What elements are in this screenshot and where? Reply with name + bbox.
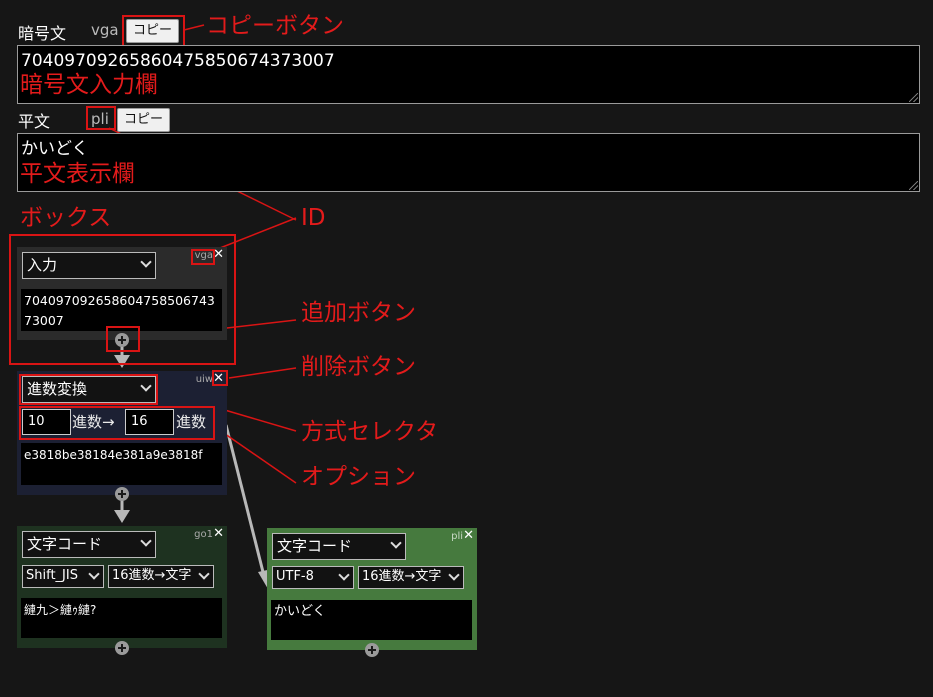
add-icon[interactable] [115, 487, 129, 501]
close-icon[interactable]: ✕ [463, 528, 474, 543]
cipher-id: vga [91, 21, 119, 39]
direction-select[interactable]: 16進数→文字 [358, 566, 464, 589]
node-charcode-sjis: go1 ✕ 文字コード Shift_JIS 16進数→文字 縺九＞縺ｩ縺? [17, 526, 227, 648]
cipher-input-value: 70409709265860475850674373007 [21, 51, 335, 71]
chevron-down-icon [390, 537, 402, 549]
node-id: uiw [195, 374, 213, 385]
node-output: 縺九＞縺ｩ縺? [21, 598, 222, 638]
option-highlight [19, 406, 215, 440]
chevron-down-icon [338, 569, 350, 581]
direction-select[interactable]: 16進数→文字 [108, 565, 214, 588]
annotation-cipher-field: 暗号文入力欄 [20, 72, 158, 98]
annotation-id: ID [301, 205, 326, 231]
method-select-value: 入力 [27, 256, 58, 274]
copy-button-highlight [122, 15, 185, 47]
plain-copy-button[interactable]: コピー [117, 108, 171, 132]
add-button-highlight [106, 326, 140, 352]
chevron-down-icon [448, 569, 460, 581]
plain-output-value: かいどく [21, 139, 89, 159]
add-icon[interactable] [115, 641, 129, 655]
node-id: pli [451, 531, 463, 542]
annotation-copy-button: コピーボタン [206, 13, 344, 39]
method-select-value: 文字コード [277, 537, 353, 555]
node-output: 70409709265860475850674373007 [21, 289, 222, 331]
plain-output[interactable]: かいどく [17, 133, 920, 192]
annotation-delete-button: 削除ボタン [301, 354, 416, 380]
chevron-down-icon [140, 535, 152, 547]
method-select[interactable]: 文字コード [272, 533, 406, 560]
node-output: e3818be38184e381a9e3818f [21, 443, 222, 485]
id-highlight-plain [86, 106, 116, 130]
cipher-label: 暗号文 [18, 24, 67, 43]
annotation-plain-field: 平文表示欄 [20, 161, 135, 187]
node-output: かいどく [271, 600, 472, 640]
add-icon[interactable] [365, 643, 379, 657]
annotation-box: ボックス [20, 205, 112, 231]
close-icon[interactable]: ✕ [213, 526, 224, 541]
encoding-select-value: UTF-8 [276, 569, 314, 584]
method-select-value: 文字コード [27, 535, 103, 553]
annotation-add-button: 追加ボタン [301, 300, 416, 326]
method-selector-highlight [19, 374, 158, 405]
node-charcode-utf8: pli ✕ 文字コード UTF-8 16進数→文字 かいどく [267, 528, 477, 650]
node-id: go1 [194, 529, 213, 540]
direction-select-value: 16進数→文字 [362, 569, 442, 584]
method-select[interactable]: 入力 [22, 252, 156, 279]
annotation-option: オプション [301, 464, 416, 490]
resize-handle[interactable] [909, 181, 918, 190]
method-select[interactable]: 文字コード [22, 531, 156, 558]
chevron-down-icon [88, 568, 100, 580]
chevron-down-icon [198, 568, 210, 580]
plain-label: 平文 [18, 112, 51, 131]
chevron-down-icon [140, 256, 152, 268]
encoding-select[interactable]: Shift_JIS [22, 565, 104, 588]
encoding-select-value: Shift_JIS [26, 568, 78, 583]
encoding-select[interactable]: UTF-8 [272, 566, 354, 589]
id-highlight-node [191, 249, 215, 265]
annotation-method-selector: 方式セレクタ [301, 419, 439, 445]
delete-button-highlight [212, 370, 228, 386]
resize-handle[interactable] [909, 93, 918, 102]
direction-select-value: 16進数→文字 [112, 568, 192, 583]
